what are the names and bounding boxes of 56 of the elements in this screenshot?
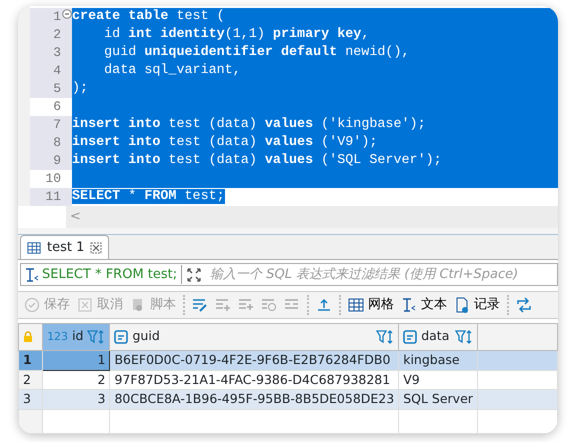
column-header[interactable]: data <box>398 323 478 350</box>
lock-icon <box>23 330 33 343</box>
type-label: 123 <box>47 328 68 344</box>
check-circle-icon <box>24 296 40 313</box>
filter-sort-icon[interactable] <box>455 330 474 344</box>
code-line: create table test ( <box>72 9 225 24</box>
table-cell: SQL Server <box>398 390 478 410</box>
table-cell: B6EF0D0C-0719-4F2E-9F6B-E2B76284FDB0 <box>110 350 399 370</box>
line-number: 9 <box>53 153 61 168</box>
cancel-icon <box>77 296 93 313</box>
filter-sort-icon[interactable] <box>87 330 106 344</box>
line-number: 8 <box>53 135 61 150</box>
record-icon <box>454 296 470 313</box>
table-cell: kingbase <box>398 350 478 370</box>
text-type-icon <box>403 330 418 344</box>
table-cell: 3 <box>42 390 110 410</box>
close-icon[interactable] <box>90 242 102 254</box>
line-number: 3 <box>53 45 61 60</box>
grid-icon <box>348 296 364 313</box>
text-type-icon <box>114 330 128 344</box>
toolbar-button[interactable]: 记录 <box>454 295 500 315</box>
text-icon <box>24 266 40 283</box>
row-number[interactable]: 1 <box>18 350 43 370</box>
code-line: guid uniqueidentifier default newid(), <box>103 45 410 60</box>
line-number: 7 <box>53 117 61 132</box>
expand-icon[interactable] <box>186 266 202 283</box>
edit-icon[interactable] <box>192 296 208 313</box>
table-cell: 1 <box>42 350 110 370</box>
column-header[interactable]: 123 id <box>42 323 110 350</box>
code-line: data sql_variant, <box>103 63 241 78</box>
line-number: 1 <box>53 9 61 24</box>
column-header[interactable]: guid <box>110 323 399 350</box>
row-number[interactable]: 2 <box>18 370 43 390</box>
line-number: 5 <box>53 81 61 96</box>
text-icon <box>401 296 417 313</box>
code-line: insert into test (data) values ('SQL Server'); <box>72 153 442 168</box>
code-line: id int identity(1,1) primary key, <box>103 27 370 42</box>
code-line: insert into test (data) values ('V9'); <box>72 135 378 150</box>
line-number: 10 <box>45 171 61 186</box>
upload-icon[interactable] <box>316 296 332 313</box>
filter-sort-icon[interactable] <box>376 330 394 344</box>
filter-field[interactable]: SELECT * FROM test; 输入一个 SQL 表达式来过滤结果 (使用 Ctrl+Space) <box>20 263 558 286</box>
code-line: insert into test (data) values ('kingbase'); <box>72 117 426 132</box>
toolbar-button[interactable]: 网格 <box>348 295 394 315</box>
line-number: 4 <box>53 63 61 78</box>
line-number: 2 <box>53 27 61 42</box>
fold-icon[interactable] <box>62 9 72 19</box>
refresh-icon[interactable] <box>516 296 532 313</box>
table-cell: 80CBCE8A-1B96-495F-95BB-8B5DE058DE23 <box>110 390 399 410</box>
grid-icon <box>27 240 41 255</box>
line-number: 6 <box>53 99 61 114</box>
code-line: ); <box>72 81 88 96</box>
row-number[interactable]: 3 <box>18 390 43 410</box>
line-number: 11 <box>45 189 61 204</box>
toolbar-button[interactable]: 文本 <box>401 295 447 315</box>
result-tab[interactable]: test 1 <box>20 235 110 260</box>
